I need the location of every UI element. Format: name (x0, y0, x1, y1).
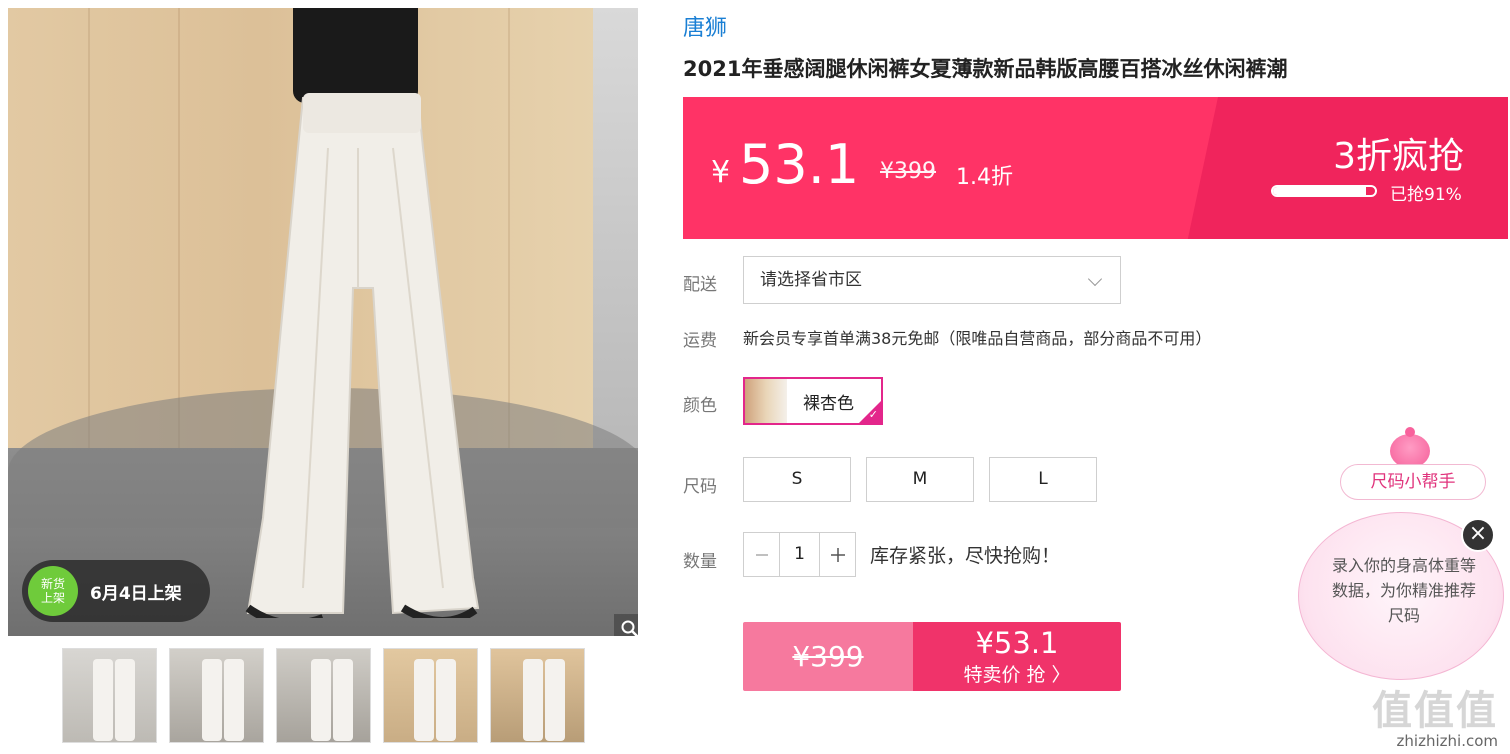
size-option-s[interactable]: S (743, 457, 851, 502)
background-wall (593, 8, 638, 448)
buy-button[interactable]: ¥399 ¥53.1 特卖价 抢 〉 (743, 622, 1121, 691)
color-option-selected[interactable]: 裸杏色 ✓ (743, 377, 883, 425)
thumbnail-leg (545, 659, 565, 741)
thumbnail-leg (115, 659, 135, 741)
size-helper-widget: 尺码小帮手 录入你的身高体重等数据，为你精准推荐尺码 × (1298, 427, 1510, 682)
size-option-l[interactable]: L (989, 457, 1097, 502)
region-placeholder: 请选择省市区 (760, 270, 862, 290)
increase-button[interactable] (820, 533, 855, 576)
thumbnail-5[interactable] (490, 648, 585, 743)
chevron-down-icon (1087, 271, 1103, 287)
thumbnail-3[interactable] (276, 648, 371, 743)
model-pants (245, 93, 480, 618)
promo-title: 3折疯抢 (1333, 136, 1464, 177)
quantity-label: 数量 (683, 552, 717, 572)
wall-stripe (508, 8, 510, 448)
thumbnail-leg (436, 659, 456, 741)
delivery-label: 配送 (683, 275, 717, 295)
buy-sale-price: ¥53.1 (975, 626, 1059, 660)
badge-line1: 新货 (40, 577, 65, 591)
thumbnail-leg (414, 659, 434, 741)
wall-stripe (88, 8, 90, 448)
product-page: 新货 上架 6月4日上架 唐狮 2021年垂感阔腿休闲裤女夏薄款新品韩版高腰百搭… (0, 0, 1510, 754)
watermark-logo: 值值值 (1372, 688, 1498, 734)
magnifier-icon (621, 620, 638, 636)
stock-warning: 库存紧张，尽快抢购！ (870, 545, 1061, 567)
badge-line2: 上架 (40, 591, 65, 605)
size-helper-message: 录入你的身高体重等数据，为你精准推荐尺码 (1331, 556, 1476, 625)
product-title: 2021年垂感阔腿休闲裤女夏薄款新品韩版高腰百搭冰丝休闲裤潮 (683, 57, 1288, 81)
thumbnail-leg (93, 659, 113, 741)
sold-progress-fill (1273, 187, 1366, 195)
plus-icon (830, 547, 845, 562)
quantity-input[interactable]: 1 (779, 533, 820, 576)
mascot-icon (1390, 427, 1430, 468)
buy-action-label: 特卖价 抢 〉 (963, 664, 1071, 686)
size-option-m[interactable]: M (866, 457, 974, 502)
thumbnail-leg (333, 659, 353, 741)
discount-rate: 1.4折 (956, 165, 1013, 190)
minus-icon (755, 553, 768, 556)
currency-symbol: ¥ (711, 155, 731, 190)
badge-date: 6月4日上架 (90, 583, 182, 604)
decrease-button[interactable] (744, 533, 779, 576)
thumbnail-leg (311, 659, 331, 741)
zoom-button[interactable] (614, 614, 638, 636)
sold-progress-bar (1271, 185, 1377, 197)
size-label: 尺码 (683, 477, 717, 497)
color-label: 颜色 (683, 396, 717, 416)
new-arrival-badge: 新货 上架 6月4日上架 (22, 560, 210, 622)
thumbnail-4[interactable] (383, 648, 478, 743)
thumbnail-leg (202, 659, 222, 741)
freight-label: 运费 (683, 331, 717, 351)
watermark: 值值值 zhizhizhi.com (1372, 678, 1498, 750)
thumbnail-strip (62, 648, 585, 743)
buy-original-price: ¥399 (743, 622, 913, 691)
brand-link[interactable]: 唐狮 (683, 10, 727, 42)
freight-info: 新会员专享首单满38元免邮（限唯品自营商品，部分商品不可用） (743, 329, 1212, 348)
close-icon[interactable]: × (1461, 518, 1495, 552)
color-name: 裸杏色 (803, 393, 854, 414)
original-price: ¥399 (880, 159, 936, 184)
thumbnail-1[interactable] (62, 648, 157, 743)
thumbnail-2[interactable] (169, 648, 264, 743)
region-select[interactable]: 请选择省市区 (743, 256, 1121, 304)
buy-sale-section: ¥53.1 特卖价 抢 〉 (913, 622, 1121, 691)
quantity-stepper: 1 (743, 532, 856, 577)
main-product-image[interactable]: 新货 上架 6月4日上架 (8, 8, 638, 636)
price-panel: ¥ 53.1 ¥399 1.4折 3折疯抢 已抢91% (683, 97, 1508, 239)
color-swatch (745, 379, 787, 423)
new-arrival-dot: 新货 上架 (28, 566, 78, 616)
thumbnail-leg (523, 659, 543, 741)
current-price: 53.1 (739, 133, 860, 196)
wall-stripe (178, 8, 180, 448)
check-icon: ✓ (868, 408, 878, 421)
size-helper-button[interactable]: 尺码小帮手 (1340, 464, 1486, 500)
thumbnail-leg (224, 659, 244, 741)
sold-percentage: 已抢91% (1390, 185, 1462, 205)
